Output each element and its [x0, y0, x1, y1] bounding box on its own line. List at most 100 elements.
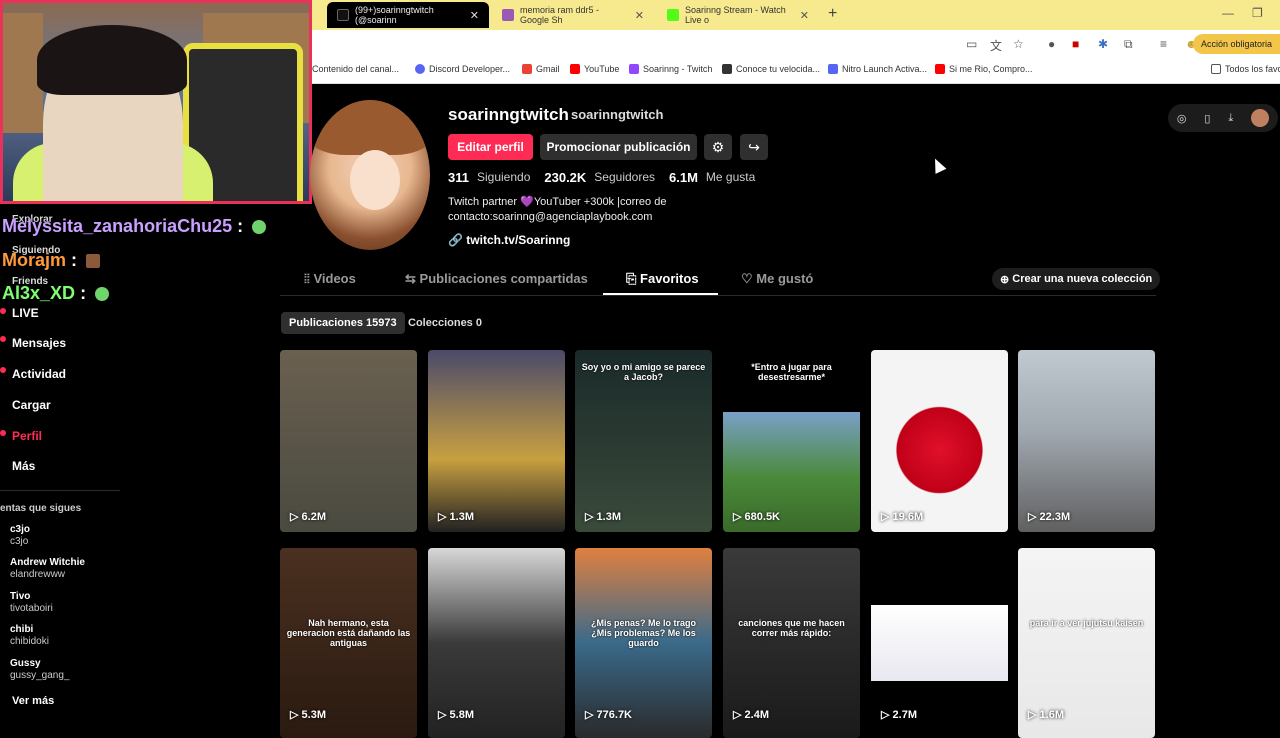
play-icon: ▷	[438, 709, 447, 721]
video-thumbnail[interactable]: *Entro a jugar para desestresarme* ▷ 680.…	[723, 350, 860, 532]
tab-reposts[interactable]: ⇆ Publicaciones compartidas	[405, 271, 588, 287]
extension-icon[interactable]: ●	[1048, 37, 1055, 51]
bookmark-item[interactable]: Contenido del canal...	[312, 64, 399, 74]
compass-icon[interactable]: ◎	[1177, 112, 1187, 125]
bookmark-item[interactable]: YouTube	[570, 64, 619, 74]
sidebar-item-live[interactable]: LIVE	[12, 306, 39, 320]
video-thumbnail[interactable]: canciones que me hacen correr más rápido…	[723, 548, 860, 738]
browser-tab-active[interactable]: (99+)soarinngtwitch (@soarinn ✕	[327, 2, 489, 28]
download-icon[interactable]: ⤓	[1228, 112, 1233, 125]
video-thumbnail[interactable]: ▷ 19.6M	[871, 350, 1008, 532]
profile-avatar[interactable]	[310, 100, 430, 250]
video-thumbnail[interactable]: para ir a ver jujutsu kaisen ▷ 1.6M	[1018, 548, 1155, 738]
phone-icon[interactable]: ▯	[1204, 112, 1210, 125]
browser-tab[interactable]: memoria ram ddr5 - Google Sh ✕	[492, 2, 654, 28]
close-tab-icon[interactable]: ✕	[635, 9, 644, 22]
webcam-overlay	[0, 0, 312, 204]
thumbnail-caption: *Entro a jugar para desestresarme*	[751, 362, 832, 382]
bookmark-item[interactable]: Gmail	[522, 64, 560, 74]
share-icon[interactable]: ↪	[740, 134, 768, 160]
view-count: ▷ 5.3M	[290, 709, 326, 721]
bookmark-item[interactable]: Discord Developer...	[415, 64, 510, 74]
view-count: ▷ 2.7M	[881, 709, 917, 721]
extension-icon[interactable]: ✱	[1098, 37, 1108, 51]
video-thumbnail[interactable]: ▷ 22.3M	[1018, 350, 1155, 532]
link-icon: 🔗	[448, 233, 463, 247]
twitch-icon	[629, 64, 639, 74]
sidebar-item-messages[interactable]: Mensajes	[12, 336, 66, 350]
folder-icon	[1211, 64, 1221, 74]
kick-icon	[667, 9, 679, 21]
following-account[interactable]: c3jo c3jo	[10, 524, 30, 548]
bookmark-item[interactable]: Nitro Launch Activa...	[828, 64, 927, 74]
sidebar-item-upload[interactable]: Cargar	[12, 398, 51, 412]
video-thumbnail[interactable]: Soy yo o mi amigo se parece a Jacob? ▷ 1.…	[575, 350, 712, 532]
notification-dot	[0, 367, 6, 373]
play-icon: ▷	[290, 709, 299, 721]
bookmark-item[interactable]: Si me Rio, Compro...	[935, 64, 1033, 74]
youtube-icon	[935, 64, 945, 74]
see-more-link[interactable]: Ver más	[12, 695, 54, 707]
minimize-icon[interactable]: —	[1222, 6, 1234, 20]
account-action-button[interactable]: Acción obligatoria	[1192, 34, 1280, 54]
sidebar-item-activity[interactable]: Actividad	[12, 367, 66, 381]
puzzle-icon[interactable]: ⧉	[1124, 37, 1133, 52]
maximize-icon[interactable]: ❐	[1252, 6, 1263, 20]
posts-chip[interactable]: Publicaciones 15973	[281, 312, 405, 334]
new-tab-button[interactable]: +	[828, 5, 837, 23]
tab-label: (99+)soarinngtwitch (@soarinn	[355, 5, 434, 25]
chat-message: Al3x_XD :	[2, 283, 110, 304]
profile-link[interactable]: 🔗 twitch.tv/Soarinng	[448, 233, 570, 247]
view-count: ▷ 1.3M	[585, 511, 621, 523]
following-account[interactable]: chibi chibidoki	[10, 624, 49, 648]
close-tab-icon[interactable]: ✕	[800, 9, 809, 22]
media-icon[interactable]: ≡	[1160, 37, 1167, 51]
thumbnail-caption: Soy yo o mi amigo se parece a Jacob?	[581, 362, 706, 382]
emote-icon	[86, 254, 101, 269]
tab-label: Soarinng Stream - Watch Live o	[685, 5, 786, 25]
bookmark-item[interactable]: Soarinng - Twitch	[629, 64, 712, 74]
bookmark-item[interactable]: Conoce tu velocida...	[722, 64, 820, 74]
user-avatar-icon[interactable]	[1251, 109, 1270, 127]
new-collection-button[interactable]: ⊕ Crear una nueva colección	[992, 268, 1161, 290]
gmail-icon	[522, 64, 532, 74]
sidebar-divider	[0, 490, 120, 491]
translate-icon[interactable]: 文	[990, 37, 1002, 54]
star-icon[interactable]: ☆	[1013, 37, 1024, 51]
tab-favorites[interactable]: ⎘ Favoritos	[626, 271, 699, 287]
sidebar-item-profile[interactable]: Perfil	[12, 429, 42, 443]
bookmark-icon: ⎘	[626, 271, 637, 286]
edit-profile-button[interactable]: Editar perfil	[448, 134, 533, 160]
tab-liked[interactable]: ♡ Me gustó	[741, 271, 813, 287]
heart-icon: ♡	[741, 271, 753, 286]
view-count: ▷ 1.3M	[438, 511, 474, 523]
close-tab-icon[interactable]: ✕	[470, 9, 479, 22]
video-thumbnail[interactable]: ▷ 6.2M	[280, 350, 417, 532]
avatar-hair	[310, 100, 430, 155]
promote-post-button[interactable]: Promocionar publicación	[540, 134, 697, 160]
video-thumbnail[interactable]: ▷ 2.7M	[871, 548, 1008, 738]
sidebar-item-more[interactable]: Más	[12, 459, 35, 473]
emote-icon	[95, 287, 110, 302]
video-thumbnail[interactable]: ▷ 1.3M	[428, 350, 565, 532]
all-bookmarks[interactable]: Todos los favo	[1211, 64, 1280, 74]
cast-icon[interactable]: ▭	[966, 37, 977, 51]
following-account[interactable]: Gussy gussy_gang_	[10, 658, 70, 682]
following-account[interactable]: Andrew Witchie elandrewww	[10, 557, 85, 581]
following-account[interactable]: Tivo tivotaboiri	[10, 591, 53, 615]
browser-tab[interactable]: Soarinng Stream - Watch Live o ✕	[657, 2, 819, 28]
settings-icon[interactable]: ⚙	[704, 134, 732, 160]
profile-handle: soarinngtwitch	[571, 107, 664, 122]
collections-chip[interactable]: Colecciones 0	[400, 312, 490, 334]
extension-icon[interactable]: ■	[1072, 37, 1079, 51]
view-count: ▷ 5.8M	[438, 709, 474, 721]
video-thumbnail[interactable]: Nah hermano, esta generacion está dañand…	[280, 548, 417, 738]
speedtest-icon	[722, 64, 732, 74]
play-icon: ▷	[881, 709, 890, 721]
notification-dot	[0, 430, 6, 436]
chat-message: Morajm :	[2, 250, 101, 271]
tab-videos[interactable]: ⦙⦙ Videos	[304, 271, 356, 287]
video-thumbnail[interactable]: ¿Mis penas? Me lo trago ¿Mis problemas? …	[575, 548, 712, 738]
tab-label: memoria ram ddr5 - Google Sh	[520, 5, 600, 25]
video-thumbnail[interactable]: ▷ 5.8M	[428, 548, 565, 738]
